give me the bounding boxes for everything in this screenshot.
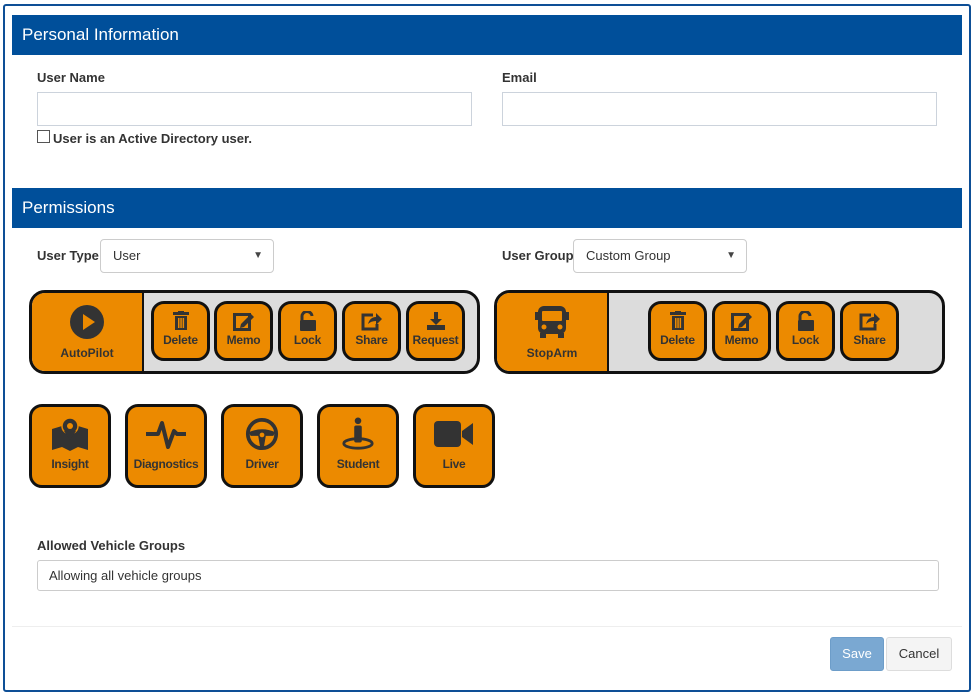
share-icon <box>361 311 383 331</box>
map-marker-icon <box>50 417 90 451</box>
student-label: Student <box>336 457 380 471</box>
diagnostics-label: Diagnostics <box>133 457 199 471</box>
driver-label: Driver <box>245 457 279 471</box>
autopilot-lock-button[interactable]: Lock <box>278 301 337 361</box>
user-name-input[interactable] <box>37 92 472 126</box>
vehicle-groups-label: Allowed Vehicle Groups <box>37 538 186 553</box>
stoparm-permission-group: StopArm Delete Memo Lock Share <box>494 290 945 374</box>
user-group-value: Custom Group <box>586 248 671 263</box>
active-directory-checkbox[interactable] <box>37 130 50 143</box>
stoparm-delete-button[interactable]: Delete <box>648 301 707 361</box>
edit-icon <box>232 311 255 331</box>
user-type-value: User <box>113 248 141 263</box>
user-group-select[interactable]: Custom Group ▼ <box>573 239 747 273</box>
live-toggle[interactable]: Live <box>413 404 495 488</box>
lock-label: Lock <box>293 333 322 347</box>
insight-toggle[interactable]: Insight <box>29 404 111 488</box>
cancel-button[interactable]: Cancel <box>886 637 952 671</box>
bus-icon <box>534 304 570 340</box>
autopilot-toggle[interactable]: AutoPilot <box>32 293 144 371</box>
delete-label: Delete <box>163 333 198 347</box>
delete-label: Delete <box>660 333 695 347</box>
user-name-label: User Name <box>37 70 105 85</box>
edit-icon <box>730 311 753 331</box>
chevron-down-icon: ▼ <box>253 250 263 261</box>
memo-label: Memo <box>226 333 261 347</box>
driver-toggle[interactable]: Driver <box>221 404 303 488</box>
share-label: Share <box>355 333 388 347</box>
steering-wheel-icon <box>244 417 280 451</box>
memo-label: Memo <box>724 333 759 347</box>
chevron-down-icon: ▼ <box>726 250 736 261</box>
student-icon <box>340 417 376 451</box>
unlock-icon <box>797 311 815 331</box>
email-input[interactable] <box>502 92 937 126</box>
user-group-label: User Group <box>502 248 574 263</box>
footer-divider <box>12 626 962 627</box>
autopilot-memo-button[interactable]: Memo <box>214 301 273 361</box>
vehicle-groups-input[interactable]: Allowing all vehicle groups <box>37 560 939 591</box>
student-toggle[interactable]: Student <box>317 404 399 488</box>
lock-label: Lock <box>791 333 820 347</box>
user-type-label: User Type <box>37 248 99 263</box>
live-label: Live <box>442 457 466 471</box>
heartbeat-icon <box>144 417 188 451</box>
request-label: Request <box>412 333 459 347</box>
download-icon <box>426 311 446 331</box>
stoparm-memo-button[interactable]: Memo <box>712 301 771 361</box>
save-button[interactable]: Save <box>830 637 884 671</box>
trash-icon <box>172 311 190 331</box>
active-directory-label: User is an Active Directory user. <box>53 131 252 146</box>
stoparm-share-button[interactable]: Share <box>840 301 899 361</box>
autopilot-label: AutoPilot <box>60 346 114 360</box>
insight-label: Insight <box>51 457 89 471</box>
stoparm-lock-button[interactable]: Lock <box>776 301 835 361</box>
user-type-select[interactable]: User ▼ <box>100 239 274 273</box>
share-label: Share <box>853 333 886 347</box>
permissions-header: Permissions <box>12 188 962 228</box>
share-icon <box>859 311 881 331</box>
autopilot-permission-group: AutoPilot Delete Memo Lock Share Request <box>29 290 480 374</box>
autopilot-delete-button[interactable]: Delete <box>151 301 210 361</box>
video-camera-icon <box>433 417 475 451</box>
diagnostics-toggle[interactable]: Diagnostics <box>125 404 207 488</box>
personal-info-header: Personal Information <box>12 15 962 55</box>
stoparm-toggle[interactable]: StopArm <box>497 293 609 371</box>
email-label: Email <box>502 70 537 85</box>
trash-icon <box>669 311 687 331</box>
autopilot-share-button[interactable]: Share <box>342 301 401 361</box>
stoparm-label: StopArm <box>526 346 578 360</box>
autopilot-request-button[interactable]: Request <box>406 301 465 361</box>
play-circle-icon <box>69 304 105 340</box>
unlock-icon <box>299 311 317 331</box>
